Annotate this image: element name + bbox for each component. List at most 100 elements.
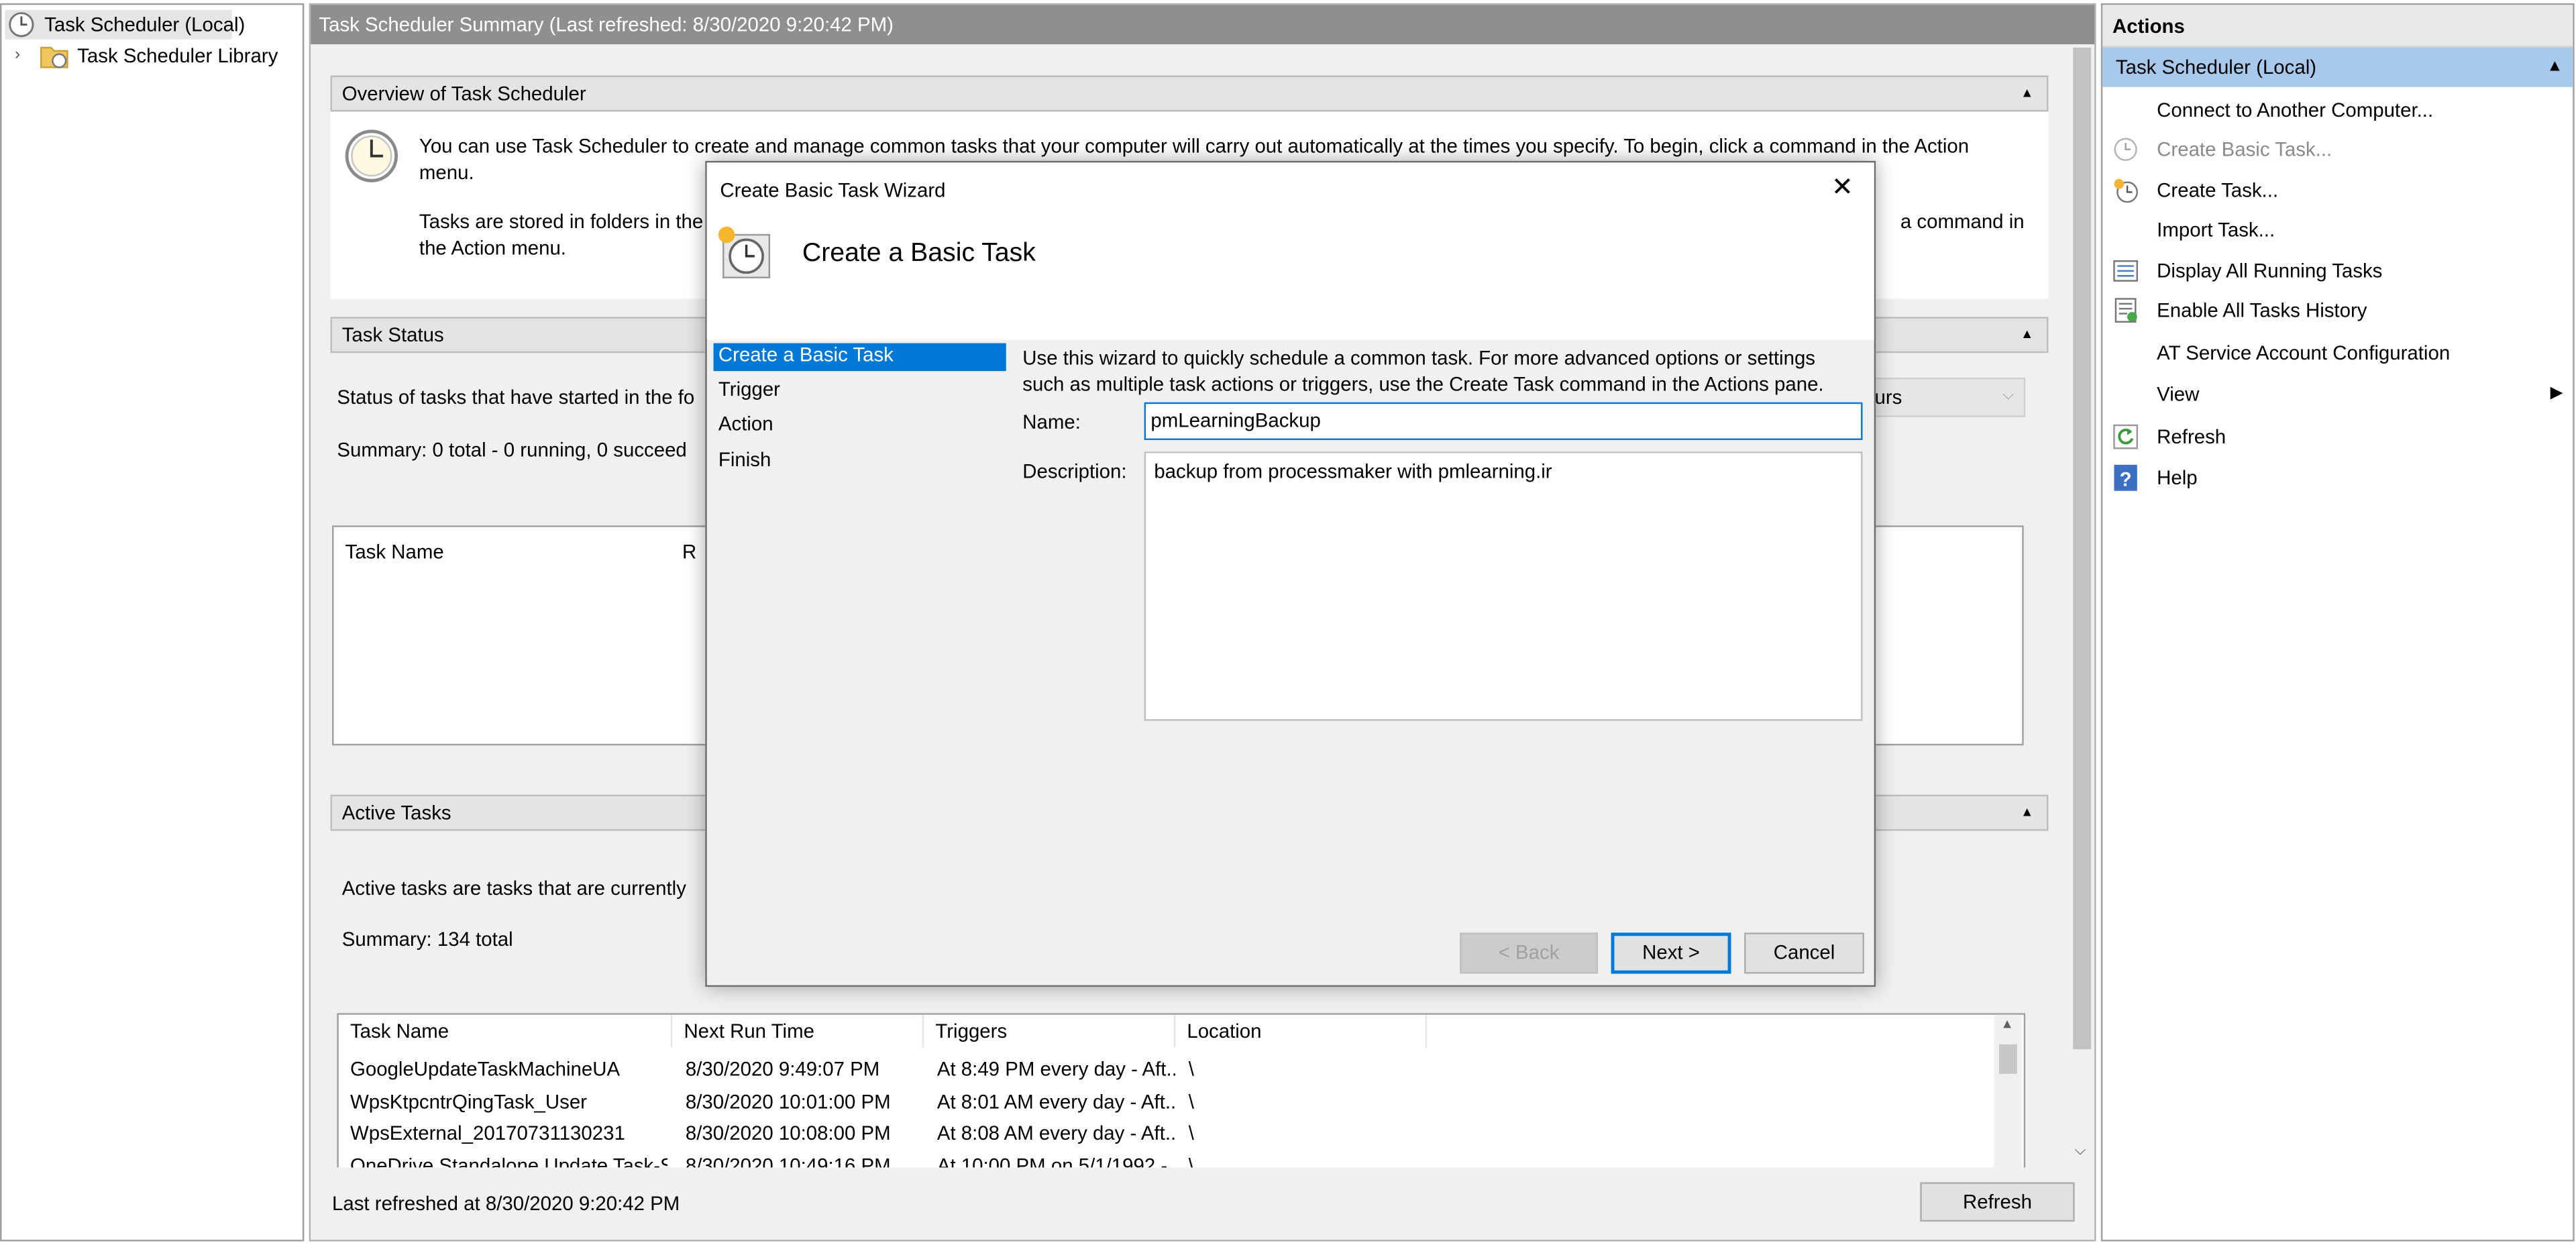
svg-text:?: ? (2120, 469, 2132, 491)
table-row[interactable]: WpsExternal_20170731130231 8/30/2020 10:… (339, 1118, 1996, 1150)
status-description: Status of tasks that have started in the… (337, 386, 695, 409)
cell-triggers: At 8:01 AM every day - Aft... (936, 1090, 1176, 1114)
section-title: Task Scheduler (Local) (2115, 56, 2317, 79)
scrollbar-thumb[interactable] (2073, 47, 2092, 1050)
action-create-task[interactable]: Create Task... (2102, 171, 2573, 211)
action-help[interactable]: ? Help (2102, 458, 2573, 498)
cell-task-name: WpsKtpcntrQingTask_User (350, 1090, 587, 1114)
last-refreshed-text: Last refreshed at 8/30/2020 9:20:42 PM (332, 1192, 680, 1215)
summary-scrollbar[interactable]: ⌵ (2070, 44, 2095, 1168)
help-icon: ? (2114, 464, 2137, 491)
overview-paragraph-2-right: a command in (1900, 210, 2025, 233)
action-label: Create Task... (2157, 178, 2279, 203)
tree-item-task-scheduler-library[interactable]: › Task Scheduler Library (5, 41, 292, 70)
action-enable-all-tasks-history[interactable]: Enable All Tasks History (2102, 290, 2573, 330)
cell-next-run-time: 8/30/2020 9:49:07 PM (685, 1057, 880, 1081)
collapse-arrow-icon[interactable]: ▲ (2021, 77, 2033, 110)
action-display-all-running-tasks[interactable]: Display All Running Tasks (2102, 252, 2573, 291)
collapse-arrow-icon[interactable]: ▲ (2021, 796, 2033, 829)
chevron-down-icon: ⌵ (2002, 386, 2014, 402)
refresh-button[interactable]: Refresh (1920, 1182, 2075, 1222)
cell-triggers: At 8:08 AM every day - Aft... (936, 1121, 1176, 1145)
collapse-arrow-icon[interactable]: ▲ (2546, 48, 2563, 87)
scrollbar-thumb[interactable] (1998, 1044, 2017, 1074)
action-label: Enable All Tasks History (2157, 299, 2367, 322)
tree-item-label: Task Scheduler Library (77, 44, 278, 68)
action-import-task[interactable]: Import Task... (2102, 210, 2573, 250)
action-at-service-account-configuration[interactable]: AT Service Account Configuration (2102, 333, 2573, 373)
column-header[interactable]: Location (1175, 1014, 1428, 1048)
status-summary: Summary: 0 total - 0 running, 0 succeed (337, 438, 687, 462)
description-value: backup from processmaker with pmlearning… (1154, 460, 1552, 483)
step-action[interactable]: Action (718, 412, 773, 435)
action-label: Refresh (2157, 425, 2226, 449)
table-row[interactable]: GoogleUpdateTaskMachineUA 8/30/2020 9:49… (339, 1054, 1996, 1085)
step-finish[interactable]: Finish (718, 448, 771, 471)
cell-next-run-time: 8/30/2020 10:01:00 PM (685, 1090, 891, 1114)
collapse-arrow-icon[interactable]: ▲ (2021, 319, 2033, 352)
cancel-button[interactable]: Cancel (1744, 932, 1864, 974)
section-title: Overview of Task Scheduler (341, 82, 586, 105)
description-label: Description: (1022, 460, 1127, 483)
scroll-down-arrow-icon[interactable]: ⌵ (2075, 1141, 2086, 1159)
scroll-up-arrow-icon[interactable]: ▲ (2000, 1016, 2013, 1031)
description-textarea[interactable]: backup from processmaker with pmlearning… (1144, 451, 1863, 721)
step-create-basic-task[interactable]: Create a Basic Task (718, 343, 894, 366)
section-title: Task Status (341, 323, 444, 347)
action-refresh[interactable]: Refresh (2102, 417, 2573, 457)
column-header[interactable]: Next Run Time (672, 1014, 924, 1048)
name-input-value: pmLearningBackup (1150, 409, 1321, 432)
cell-location: \ (1188, 1057, 1194, 1081)
close-icon[interactable]: ✕ (1831, 171, 1854, 204)
action-label: View (2157, 382, 2200, 406)
actions-heading: Actions (2102, 5, 2573, 48)
dialog-title: Create Basic Task Wizard (720, 178, 946, 203)
tree-item-task-scheduler-local[interactable]: Task Scheduler (Local) (5, 9, 245, 40)
cell-next-run-time: 8/30/2020 10:08:00 PM (685, 1121, 891, 1145)
overview-paragraph-2-cont: the Action menu. (419, 236, 566, 260)
task-list-icon (2113, 260, 2139, 282)
dialog-header-area: Create Basic Task Wizard ✕ Create a Basi… (706, 162, 1874, 340)
cell-triggers: At 8:49 PM every day - Aft... (936, 1057, 1176, 1081)
action-connect-to-another-computer[interactable]: Connect to Another Computer... (2102, 91, 2573, 130)
dialog-header-title: Create a Basic Task (802, 239, 1036, 268)
column-header-task-name[interactable]: Task Name (345, 540, 444, 563)
summary-title: Task Scheduler Summary (Last refreshed: … (311, 5, 2095, 45)
action-view[interactable]: View ▶ (2102, 374, 2573, 414)
active-tasks-table[interactable]: Task Name Next Run Time Triggers Locatio… (337, 1013, 2026, 1175)
cell-location: \ (1188, 1090, 1194, 1114)
history-icon (2114, 298, 2137, 323)
column-header-result[interactable]: R (682, 540, 696, 563)
name-label: Name: (1022, 410, 1081, 434)
expand-chevron-icon[interactable]: › (15, 41, 20, 70)
active-tasks-summary: Summary: 134 total (341, 928, 513, 951)
action-label: Display All Running Tasks (2157, 259, 2383, 283)
overview-section-header[interactable]: Overview of Task Scheduler ▲ (330, 75, 2049, 112)
column-header[interactable]: Triggers (924, 1014, 1176, 1048)
actions-section-header[interactable]: Task Scheduler (Local) ▲ (2102, 47, 2573, 87)
wizard-intro-line-1: Use this wizard to quickly schedule a co… (1022, 346, 1816, 370)
cell-task-name: GoogleUpdateTaskMachineUA (350, 1057, 621, 1081)
name-input[interactable]: pmLearningBackup (1144, 402, 1863, 441)
next-button[interactable]: Next > (1611, 932, 1731, 974)
table-row[interactable]: WpsKtpcntrQingTask_User 8/30/2020 10:01:… (339, 1087, 1996, 1118)
wizard-intro-line-2: such as multiple task actions or trigger… (1022, 372, 1824, 396)
action-label: Connect to Another Computer... (2157, 98, 2434, 122)
create-basic-task-wizard-dialog: Create Basic Task Wizard ✕ Create a Basi… (705, 160, 1876, 987)
column-header[interactable]: Task Name (339, 1014, 673, 1048)
back-button[interactable]: < Back (1460, 932, 1598, 974)
step-trigger[interactable]: Trigger (718, 378, 780, 400)
table-scrollbar[interactable]: ▲ (1994, 1014, 2023, 1173)
clock-icon (2114, 138, 2137, 161)
cell-location: \ (1188, 1121, 1194, 1145)
clock-icon (9, 12, 34, 38)
action-create-basic-task[interactable]: Create Basic Task... (2102, 129, 2573, 169)
task-scheduler-clock-icon (345, 129, 398, 182)
submenu-arrow-icon: ▶ (2550, 384, 2563, 402)
summary-footer: Last refreshed at 8/30/2020 9:20:42 PM R… (311, 1167, 2095, 1240)
navigation-tree: Task Scheduler (Local) › Task Scheduler … (0, 3, 305, 1242)
tree-item-label: Task Scheduler (Local) (44, 13, 246, 36)
folder-clock-icon (40, 46, 68, 68)
active-tasks-description: Active tasks are tasks that are currentl… (341, 877, 686, 900)
wizard-clock-icon (718, 226, 771, 278)
